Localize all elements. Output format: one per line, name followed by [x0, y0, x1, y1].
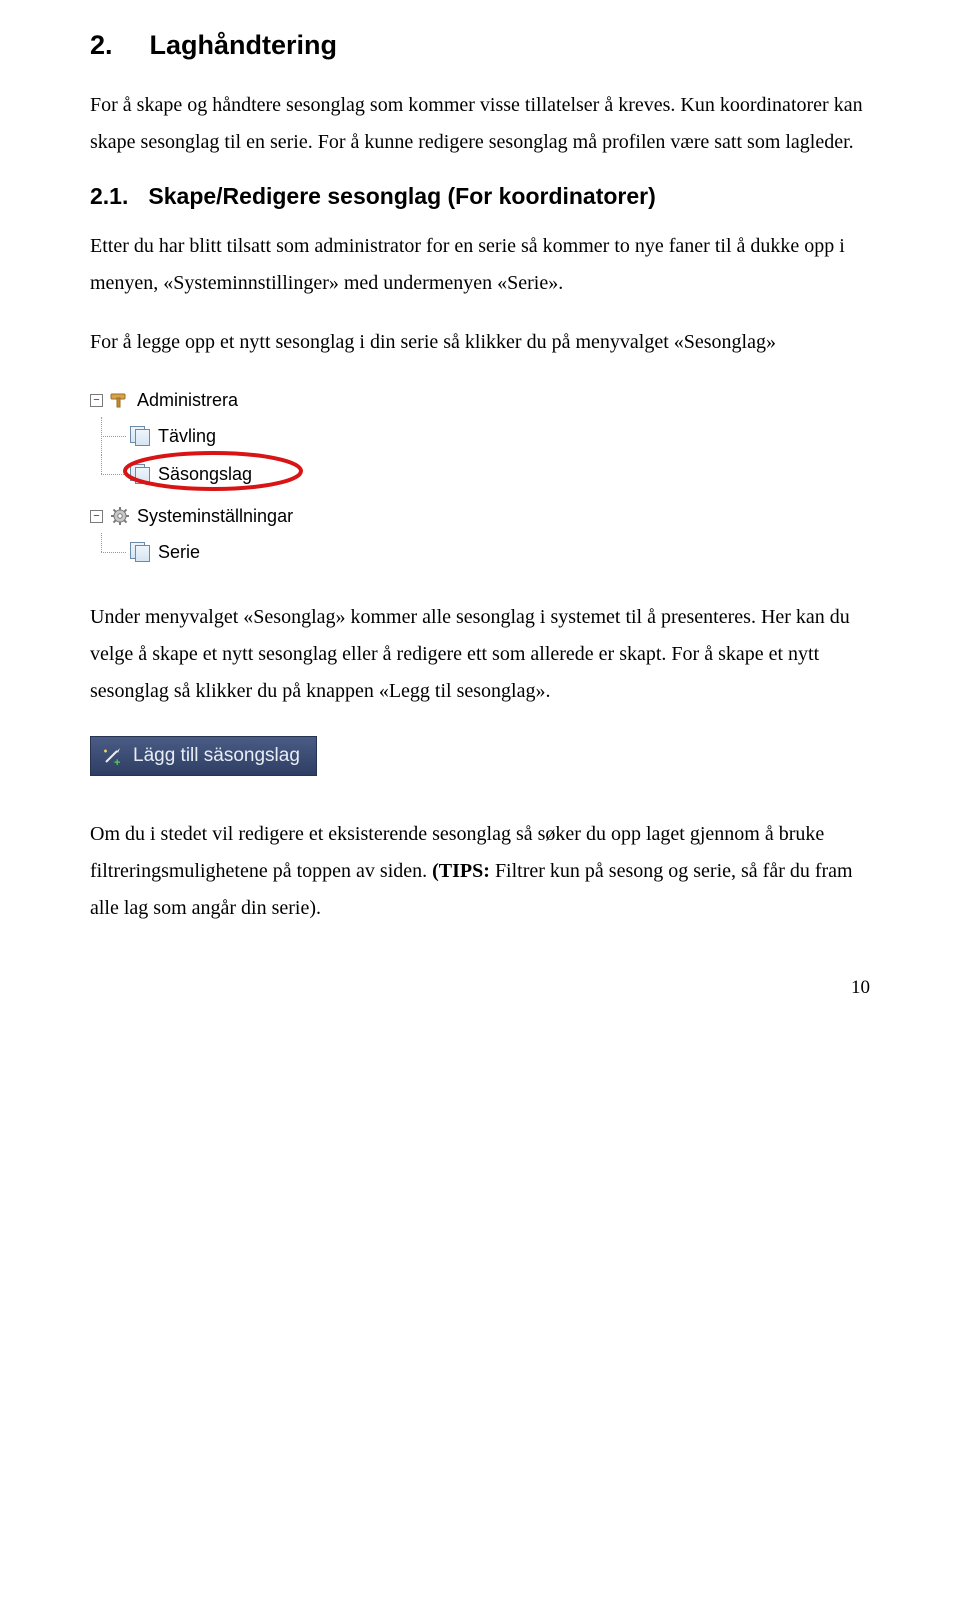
document-stack-icon: [130, 464, 152, 484]
heading-2-1-number: 2.1.: [90, 183, 142, 210]
under-menu-paragraph: Under menyvalget «Sesonglag» kommer alle…: [90, 599, 870, 710]
document-stack-icon: [130, 426, 152, 446]
tree-item-serie[interactable]: Serie: [90, 533, 450, 571]
heading-2-1: 2.1. Skape/Redigere sesonglag (For koord…: [90, 183, 870, 210]
wand-icon: +: [101, 745, 123, 767]
instruction-menu-paragraph: For å legge opp et nytt sesonglag i din …: [90, 324, 870, 361]
edit-text-bold: (TIPS:: [432, 860, 490, 882]
add-seasonteam-button[interactable]: + Lägg till säsongslag: [90, 736, 317, 776]
tree-root-systeminstallningar[interactable]: − Systeminstäl: [90, 499, 450, 533]
tree-connector: [90, 417, 130, 455]
heading-2-title: Laghåndtering: [150, 30, 338, 60]
sub-intro-paragraph: Etter du har blitt tilsatt som administr…: [90, 228, 870, 302]
add-seasonteam-button-label: Lägg till säsongslag: [133, 745, 300, 767]
tree-connector: [90, 533, 130, 571]
tree-item-tavling[interactable]: Tävling: [90, 417, 450, 455]
tree-collapse-icon[interactable]: −: [90, 510, 103, 523]
page-number: 10: [90, 977, 870, 999]
menu-tree-screenshot: − Administrera Tävling Säsongslag: [90, 383, 450, 571]
hammer-icon: [109, 390, 131, 410]
tree-item-label: Serie: [158, 542, 200, 563]
gear-icon: [109, 506, 131, 526]
heading-2-number: 2.: [90, 30, 142, 61]
tree-connector: [90, 455, 130, 493]
tree-root-label: Administrera: [137, 390, 238, 411]
tree-root-administrera[interactable]: − Administrera: [90, 383, 450, 417]
tree-root2-label: Systeminställningar: [137, 506, 293, 527]
heading-2-1-title: Skape/Redigere sesonglag (For koordinato…: [148, 183, 655, 209]
tree-item-sasongslag[interactable]: Säsongslag: [90, 455, 450, 493]
tree-collapse-icon[interactable]: −: [90, 394, 103, 407]
heading-2: 2. Laghåndtering: [90, 30, 870, 61]
svg-text:+: +: [114, 757, 120, 767]
document-stack-icon: [130, 542, 152, 562]
tree-item-label: Tävling: [158, 426, 216, 447]
edit-paragraph: Om du i stedet vil redigere et eksistere…: [90, 816, 870, 927]
intro-paragraph: For å skape og håndtere sesonglag som ko…: [90, 87, 870, 161]
tree-item-label: Säsongslag: [158, 464, 252, 485]
